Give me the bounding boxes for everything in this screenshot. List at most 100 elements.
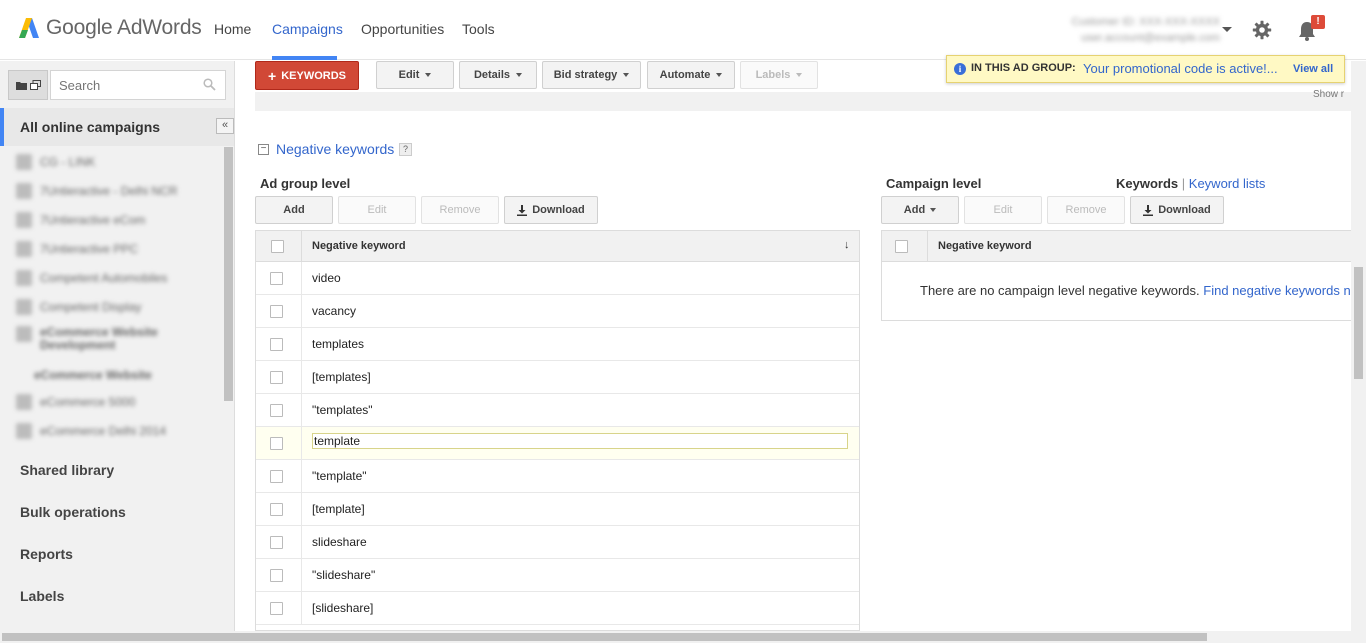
table-row[interactable]: video	[256, 262, 859, 295]
nav-tools[interactable]: Tools	[462, 21, 495, 37]
nav-home[interactable]: Home	[214, 21, 251, 37]
sort-arrow-icon[interactable]: ↓	[844, 239, 850, 251]
campaign-search-input[interactable]	[50, 70, 226, 100]
active-nav-underline	[272, 56, 337, 60]
windows-icon	[29, 80, 41, 90]
logo-adwords-text: AdWords	[117, 16, 202, 39]
view-all-link[interactable]: View all	[1293, 63, 1333, 75]
table-row[interactable]: vacancy	[256, 295, 859, 328]
ad-group-tree-item[interactable]: eCommerce Website	[34, 365, 152, 385]
table-row[interactable]: [templates]	[256, 361, 859, 394]
bid-strategy-menu-button[interactable]: Bid strategy	[542, 61, 641, 89]
notification-message[interactable]: Your promotional code is active!...	[1083, 61, 1278, 76]
row-checkbox[interactable]	[270, 602, 283, 615]
vertical-scrollbar[interactable]	[1351, 61, 1366, 631]
keyword-lists-link[interactable]: Keyword lists	[1189, 176, 1266, 191]
campaign-tree-item[interactable]: 7Untieractive PPC	[16, 239, 138, 259]
ad-group-edit-button[interactable]: Edit	[338, 196, 416, 224]
row-checkbox[interactable]	[270, 437, 283, 450]
add-keywords-button[interactable]: + KEYWORDS	[255, 61, 359, 90]
show-rows-text[interactable]: Show r	[1313, 89, 1344, 100]
horizontal-scrollbar-thumb[interactable]	[2, 633, 1207, 641]
sidebar-shared-library[interactable]: Shared library	[20, 462, 114, 478]
sidebar-bulk-operations[interactable]: Bulk operations	[20, 504, 126, 520]
table-row[interactable]: slideshare	[256, 526, 859, 559]
search-icon[interactable]	[203, 78, 216, 91]
add-button-label: Add	[903, 204, 926, 216]
collapse-sidebar-button[interactable]: «	[216, 118, 234, 134]
vertical-scrollbar-thumb[interactable]	[1354, 267, 1363, 379]
find-negative-keywords-link[interactable]: Find negative keywords n	[1203, 283, 1350, 298]
negative-keywords-title[interactable]: Negative keywords	[276, 141, 394, 157]
table-row[interactable]: "slideshare"	[256, 559, 859, 592]
row-checkbox[interactable]	[270, 470, 283, 483]
notification-heading: IN THIS AD GROUP:	[971, 62, 1076, 74]
account-chevron-down-icon[interactable]	[1222, 27, 1232, 32]
ad-group-add-button[interactable]: Add	[255, 196, 333, 224]
campaign-tree-item[interactable]: Competent Display	[16, 297, 141, 317]
sidebar-reports[interactable]: Reports	[20, 546, 73, 562]
notification-banner: i IN THIS AD GROUP: Your promotional cod…	[946, 55, 1345, 83]
row-checkbox[interactable]	[270, 404, 283, 417]
campaign-tree-item[interactable]: 7Untieractive - Delhi NCR	[16, 181, 177, 201]
sidebar-labels[interactable]: Labels	[20, 588, 64, 604]
automate-menu-button[interactable]: Automate	[647, 61, 735, 89]
campaign-add-button[interactable]: Add	[881, 196, 959, 224]
negative-keyword-text: video	[312, 271, 341, 285]
keywords-tab-label[interactable]: Keywords	[1116, 176, 1178, 191]
ad-group-download-button[interactable]: Download	[504, 196, 598, 224]
row-checkbox[interactable]	[270, 338, 283, 351]
row-checkbox[interactable]	[270, 503, 283, 516]
chevron-down-icon	[930, 208, 937, 212]
nav-campaigns[interactable]: Campaigns	[272, 21, 343, 37]
chevron-down-icon	[716, 73, 723, 77]
column-negative-keyword[interactable]: Negative keyword	[312, 240, 406, 252]
table-row[interactable]: "template"	[256, 460, 859, 493]
campaign-tree-item[interactable]: eCommerce Delhi 2014	[16, 421, 166, 441]
add-button-label: Add	[283, 204, 305, 216]
gear-icon[interactable]	[1252, 20, 1272, 43]
details-menu-button[interactable]: Details	[459, 61, 537, 89]
campaign-tree-item[interactable]: CG - LINK	[16, 152, 95, 172]
campaign-tree-item[interactable]: Competent Automobiles	[16, 268, 167, 288]
row-checkbox[interactable]	[270, 536, 283, 549]
select-all-checkbox[interactable]	[895, 240, 908, 253]
column-negative-keyword[interactable]: Negative keyword	[938, 240, 1032, 252]
keywords-button-label: KEYWORDS	[281, 69, 346, 82]
campaign-tree-item[interactable]: eCommerce 5000	[16, 392, 135, 412]
collapse-section-icon[interactable]: −	[258, 144, 269, 155]
empty-state-message: There are no campaign level negative key…	[920, 283, 1351, 298]
adwords-logo[interactable]: Google AdWords	[18, 16, 202, 40]
ad-group-remove-button[interactable]: Remove	[421, 196, 499, 224]
negative-keyword-text: "template"	[312, 469, 367, 483]
all-online-campaigns[interactable]: All online campaigns «	[0, 108, 234, 146]
all-campaigns-label: All online campaigns	[20, 119, 161, 135]
select-all-checkbox[interactable]	[271, 240, 284, 253]
sidebar-scrollbar[interactable]	[224, 147, 233, 401]
table-row[interactable]: [template]	[256, 493, 859, 526]
row-checkbox[interactable]	[270, 272, 283, 285]
campaign-download-button[interactable]: Download	[1130, 196, 1224, 224]
campaign-tree-item[interactable]: eCommerce Website Development	[16, 326, 158, 356]
help-icon[interactable]: ?	[399, 143, 412, 156]
ad-group-level-title: Ad group level	[260, 176, 351, 191]
chevron-down-icon	[623, 73, 630, 77]
horizontal-scrollbar[interactable]	[0, 631, 1366, 643]
row-checkbox[interactable]	[270, 569, 283, 582]
folder-view-button[interactable]	[8, 70, 48, 100]
campaign-remove-button[interactable]: Remove	[1047, 196, 1125, 224]
negative-keyword-text[interactable]: template	[312, 433, 848, 449]
nav-opportunities[interactable]: Opportunities	[361, 21, 444, 37]
campaign-edit-button[interactable]: Edit	[964, 196, 1042, 224]
table-row[interactable]: "templates"	[256, 394, 859, 427]
table-row[interactable]: [slideshare]	[256, 592, 859, 625]
labels-menu-button[interactable]: Labels	[740, 61, 818, 89]
edit-menu-button[interactable]: Edit	[376, 61, 454, 89]
table-row[interactable]: template	[256, 427, 859, 460]
row-checkbox[interactable]	[270, 371, 283, 384]
table-row[interactable]: templates	[256, 328, 859, 361]
download-button-label: Download	[532, 204, 585, 216]
customer-account-info[interactable]: Customer ID: XXX-XXX-XXXX user.account@e…	[1050, 14, 1220, 46]
row-checkbox[interactable]	[270, 305, 283, 318]
campaign-tree-item[interactable]: 7Untieractive eCom	[16, 210, 145, 230]
